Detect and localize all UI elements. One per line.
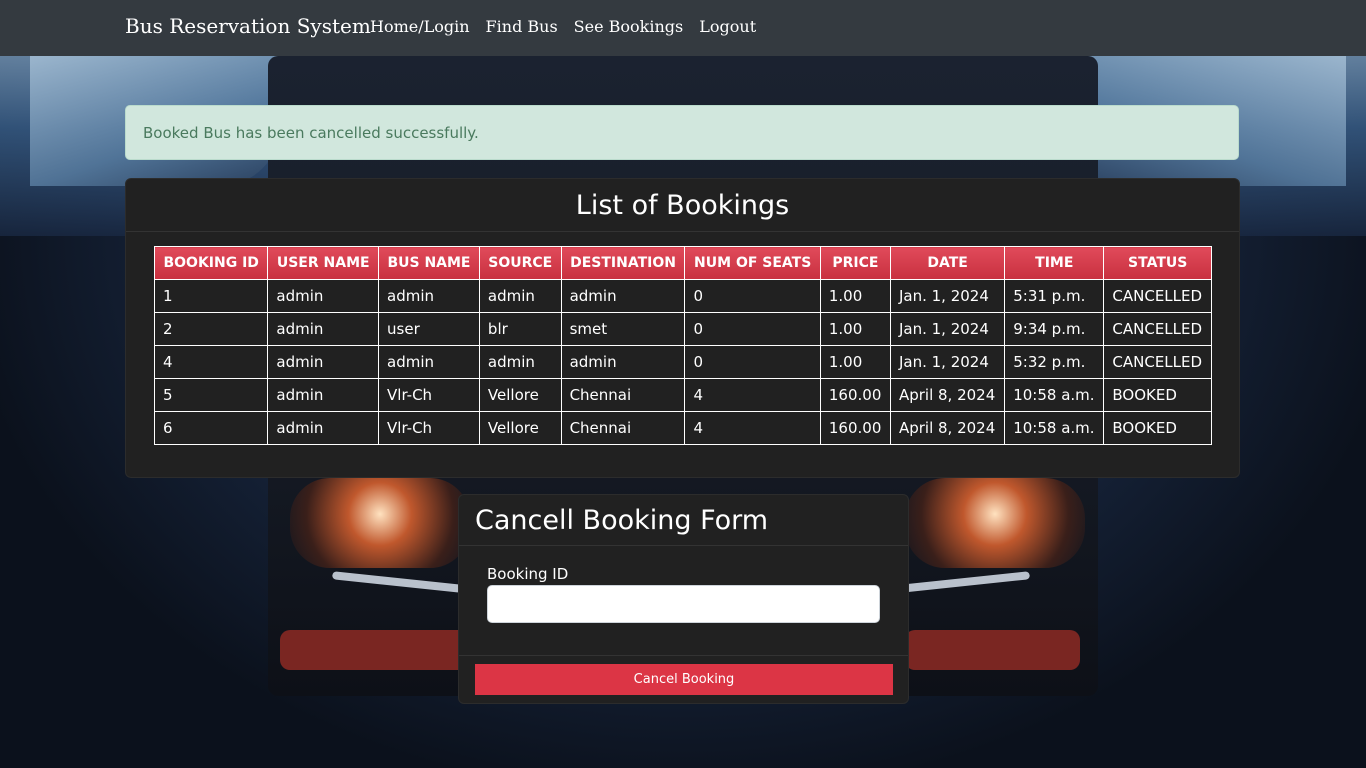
table-cell: 1.00 xyxy=(819,279,891,313)
col-source: SOURCE xyxy=(478,246,562,280)
table-cell: admin xyxy=(560,279,686,313)
table-cell: 9:34 p.m. xyxy=(1004,312,1105,346)
navbar: Bus Reservation System Home/Login Find B… xyxy=(0,0,1366,56)
success-alert: Booked Bus has been cancelled successful… xyxy=(125,105,1239,160)
table-cell: April 8, 2024 xyxy=(889,411,1006,445)
table-cell: Chennai xyxy=(560,411,686,445)
table-cell: 2 xyxy=(153,312,269,346)
col-booking-id: BOOKING ID xyxy=(153,246,269,280)
bookings-table: BOOKING ID USER NAME BUS NAME SOURCE DES… xyxy=(153,246,1212,445)
table-cell: Vlr-Ch xyxy=(378,411,480,445)
table-cell: 10:58 a.m. xyxy=(1004,411,1105,445)
headlight-left xyxy=(290,478,470,568)
nav-link-home-login[interactable]: Home/Login xyxy=(370,17,470,36)
table-cell: 5 xyxy=(153,378,269,412)
nav-link-logout[interactable]: Logout xyxy=(699,17,756,36)
col-user-name: USER NAME xyxy=(267,246,380,280)
table-cell: Chennai xyxy=(560,378,686,412)
table-cell: Jan. 1, 2024 xyxy=(889,345,1006,379)
bookings-title: List of Bookings xyxy=(126,179,1239,232)
booking-id-label: Booking ID xyxy=(487,565,569,583)
col-bus-name: BUS NAME xyxy=(378,246,480,280)
table-cell: Jan. 1, 2024 xyxy=(889,279,1006,313)
table-cell: admin xyxy=(378,279,480,313)
table-cell: 10:58 a.m. xyxy=(1004,378,1105,412)
table-cell: 0 xyxy=(684,312,821,346)
table-cell: 1.00 xyxy=(819,312,891,346)
table-cell: admin xyxy=(267,345,380,379)
table-cell: blr xyxy=(478,312,562,346)
table-cell: 0 xyxy=(684,345,821,379)
alert-message: Booked Bus has been cancelled successful… xyxy=(143,123,479,142)
nav-links: Home/Login Find Bus See Bookings Logout xyxy=(370,17,756,36)
col-price: PRICE xyxy=(819,246,891,280)
table-cell: 4 xyxy=(684,411,821,445)
table-cell: BOOKED xyxy=(1103,378,1212,412)
table-cell: 1 xyxy=(153,279,269,313)
table-cell: 4 xyxy=(153,345,269,379)
table-cell: smet xyxy=(560,312,686,346)
col-destination: DESTINATION xyxy=(560,246,686,280)
table-cell: Vlr-Ch xyxy=(378,378,480,412)
table-cell: admin xyxy=(267,378,380,412)
cancel-booking-button[interactable]: Cancel Booking xyxy=(475,664,893,695)
table-cell: 1.00 xyxy=(819,345,891,379)
table-cell: admin xyxy=(560,345,686,379)
col-time: TIME xyxy=(1004,246,1105,280)
table-cell: 160.00 xyxy=(819,378,891,412)
col-date: DATE xyxy=(889,246,1006,280)
table-row: 6 admin Vlr-Ch Vellore Chennai 4 160.00 April 8… xyxy=(153,411,1212,445)
table-cell: admin xyxy=(378,345,480,379)
table-cell: admin xyxy=(267,312,380,346)
table-cell: 5:31 p.m. xyxy=(1004,279,1105,313)
table-cell: admin xyxy=(478,345,562,379)
table-row: 2 admin user blr smet 0 1.00 Jan. 1, 2024 9:34 p… xyxy=(153,312,1212,346)
headlight-right xyxy=(905,478,1085,568)
table-cell: user xyxy=(378,312,480,346)
table-cell: CANCELLED xyxy=(1103,345,1212,379)
nav-link-find-bus[interactable]: Find Bus xyxy=(486,17,558,36)
table-cell: Vellore xyxy=(478,378,562,412)
table-row: 1 admin admin admin admin 0 1.00 Jan. 1, 2024 5:… xyxy=(153,279,1212,313)
table-cell: Vellore xyxy=(478,411,562,445)
bookings-card: List of Bookings BOOKING ID USER NAME BU… xyxy=(125,178,1240,478)
table-cell: CANCELLED xyxy=(1103,312,1212,346)
table-cell: Jan. 1, 2024 xyxy=(889,312,1006,346)
booking-id-input[interactable] xyxy=(487,585,880,623)
table-cell: 0 xyxy=(684,279,821,313)
table-cell: 5:32 p.m. xyxy=(1004,345,1105,379)
table-cell: admin xyxy=(478,279,562,313)
table-cell: CANCELLED xyxy=(1103,279,1212,313)
navbar-brand[interactable]: Bus Reservation System xyxy=(125,14,371,38)
table-cell: 4 xyxy=(684,378,821,412)
table-cell: 6 xyxy=(153,411,269,445)
cancel-booking-form: Cancell Booking Form Booking ID Cancel B… xyxy=(458,494,909,704)
table-cell: April 8, 2024 xyxy=(889,378,1006,412)
table-cell: 160.00 xyxy=(819,411,891,445)
table-row: 5 admin Vlr-Ch Vellore Chennai 4 160.00 April 8… xyxy=(153,378,1212,412)
col-status: STATUS xyxy=(1103,246,1212,280)
table-row: 4 admin admin admin admin 0 1.00 Jan. 1, 2024 5:… xyxy=(153,345,1212,379)
table-cell: admin xyxy=(267,411,380,445)
table-cell: BOOKED xyxy=(1103,411,1212,445)
table-header-row: BOOKING ID USER NAME BUS NAME SOURCE DES… xyxy=(153,246,1212,280)
col-num-of-seats: NUM OF SEATS xyxy=(684,246,821,280)
table-cell: admin xyxy=(267,279,380,313)
form-title: Cancell Booking Form xyxy=(459,495,908,546)
nav-link-see-bookings[interactable]: See Bookings xyxy=(574,17,684,36)
